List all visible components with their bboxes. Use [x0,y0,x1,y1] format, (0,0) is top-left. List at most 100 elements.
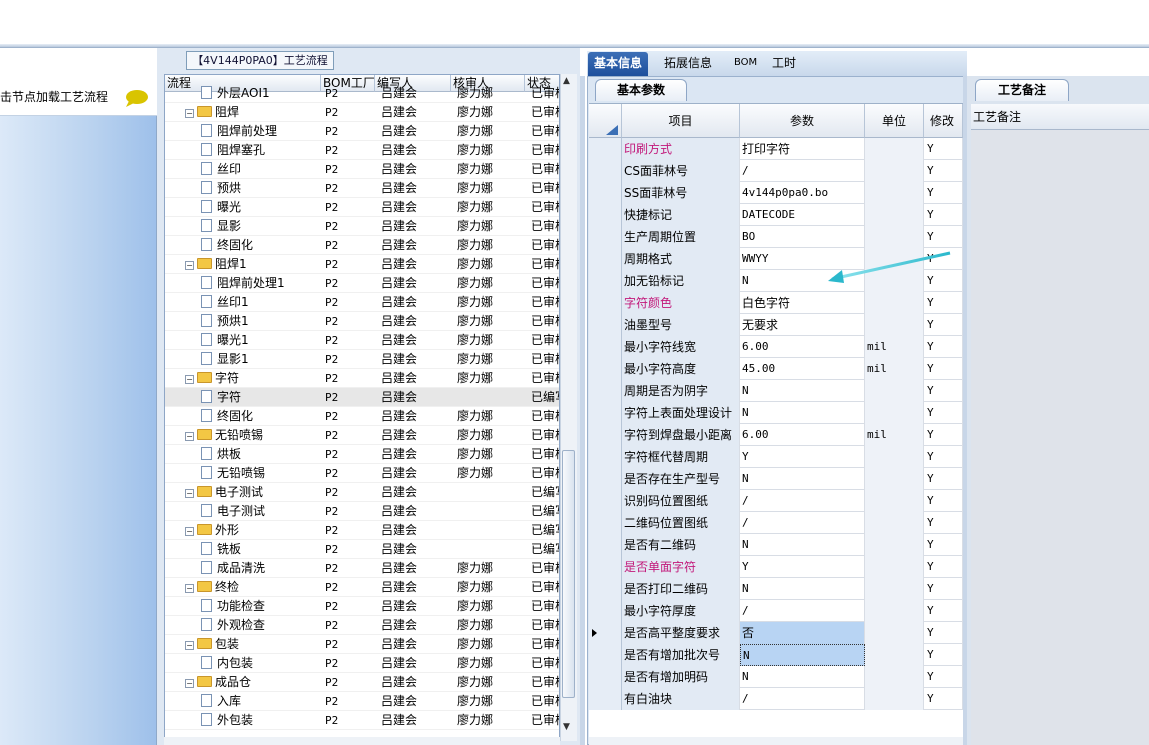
tree-node[interactable]: − 终检 [185,578,321,597]
row-selector[interactable] [589,358,622,380]
param-value-cell[interactable]: 6.00 [740,336,865,358]
param-row[interactable]: 是否有二维码 N Y [589,534,963,556]
param-row[interactable]: 是否打印二维码 N Y [589,578,963,600]
row-selector[interactable] [589,314,622,336]
tree-node[interactable]: 阻焊塞孔 [201,141,321,160]
row-selector[interactable] [589,380,622,402]
tree-node[interactable]: − 电子测试 [185,483,321,502]
param-value-cell[interactable]: / [740,688,865,710]
tree-node[interactable]: 丝印1 [201,293,321,312]
tree-node[interactable]: − 字符 [185,369,321,388]
tree-node[interactable]: 曝光1 [201,331,321,350]
tree-node[interactable]: 显影 [201,217,321,236]
param-row[interactable]: 字符颜色 白色字符 Y [589,292,963,314]
param-row[interactable]: 有白油块 / Y [589,688,963,710]
param-value-cell[interactable]: N [740,380,865,402]
param-row[interactable]: 印刷方式 打印字符 Y [589,138,963,160]
tree-row[interactable]: − 终检 P2 吕建会 廖力娜 已审核 [165,578,559,597]
column-header-item[interactable]: 项目 [622,104,740,138]
scroll-down-icon[interactable]: ▼ [563,722,570,732]
tree-row[interactable]: 成品清洗 P2 吕建会 廖力娜 已审核 [165,559,559,578]
param-row[interactable]: 最小字符高度 45.00 mil Y [589,358,963,380]
param-value-cell[interactable]: N [740,666,865,688]
params-horizontal-scrollbar[interactable] [589,737,963,745]
column-header-modify[interactable]: 修改 [924,104,963,138]
tree-scroll-thumb[interactable] [562,450,575,698]
tree-node[interactable]: 字符 [201,388,321,407]
tree-node[interactable]: − 阻焊 [185,103,321,122]
tree-row[interactable]: 内包装 P2 吕建会 廖力娜 已审核 [165,654,559,673]
row-selector[interactable] [589,248,622,270]
tree-node[interactable]: 显影1 [201,350,321,369]
param-row[interactable]: 是否有增加批次号 N Y [589,644,963,666]
tree-row[interactable]: 外观检查 P2 吕建会 廖力娜 已审核 [165,616,559,635]
tree-row[interactable]: − 字符 P2 吕建会 廖力娜 已审核 [165,369,559,388]
param-row[interactable]: 识别码位置图纸 / Y [589,490,963,512]
tree-node[interactable]: − 外形 [185,521,321,540]
row-selector[interactable] [589,226,622,248]
collapse-icon[interactable]: − [185,375,194,384]
param-value-cell[interactable]: 白色字符 [740,292,865,314]
tree-row[interactable]: − 外形 P2 吕建会 已编写 [165,521,559,540]
param-value-cell[interactable]: N [740,578,865,600]
tree-row[interactable]: − 电子测试 P2 吕建会 已编写 [165,483,559,502]
row-selector[interactable] [589,644,622,666]
tree-row[interactable]: − 阻焊1 P2 吕建会 廖力娜 已审核 [165,255,559,274]
param-value-cell[interactable]: Y [740,446,865,468]
row-selector[interactable] [589,446,622,468]
param-value-cell[interactable]: / [740,160,865,182]
collapse-icon[interactable]: − [185,261,194,270]
row-selector[interactable] [589,204,622,226]
tree-row[interactable]: 字符 P2 吕建会 已编写 [165,388,559,407]
row-selector[interactable] [589,534,622,556]
param-row[interactable]: 周期是否为阴字 N Y [589,380,963,402]
tree-node[interactable]: 成品清洗 [201,559,321,578]
tree-node[interactable]: − 包装 [185,635,321,654]
tree-row[interactable]: 阻焊塞孔 P2 吕建会 廖力娜 已审核 [165,141,559,160]
param-value-cell[interactable]: Y [740,556,865,578]
tree-node[interactable]: 丝印 [201,160,321,179]
tree-node[interactable]: 阻焊前处理1 [201,274,321,293]
row-selector[interactable] [589,160,622,182]
param-value-cell[interactable]: 否 [740,622,865,644]
param-row[interactable]: 是否有增加明码 N Y [589,666,963,688]
tree-node[interactable]: 预烘1 [201,312,321,331]
param-value-cell[interactable]: 45.00 [740,358,865,380]
param-value-cell[interactable]: 打印字符 [740,138,865,160]
tab-bom[interactable]: BOM [728,52,763,76]
tree-row[interactable]: 烘板 P2 吕建会 廖力娜 已审核 [165,445,559,464]
param-value-cell[interactable]: N [740,644,865,666]
tree-node[interactable]: 铣板 [201,540,321,559]
tree-node[interactable]: 功能检查 [201,597,321,616]
row-selector[interactable] [589,556,622,578]
tree-node[interactable]: 终固化 [201,236,321,255]
row-selector[interactable] [589,424,622,446]
tree-row[interactable]: − 阻焊 P2 吕建会 廖力娜 已审核 [165,103,559,122]
tree-node[interactable]: 预烘 [201,179,321,198]
column-header-unit[interactable]: 单位 [865,104,924,138]
tree-row[interactable]: 显影 P2 吕建会 廖力娜 已审核 [165,217,559,236]
tree-row[interactable]: 铣板 P2 吕建会 已编写 [165,540,559,559]
collapse-icon[interactable]: − [185,527,194,536]
param-value-cell[interactable]: 4v144p0pa0.bo [740,182,865,204]
tree-row[interactable]: − 成品仓 P2 吕建会 廖力娜 已审核 [165,673,559,692]
collapse-icon[interactable]: − [185,584,194,593]
param-row[interactable]: CS面菲林号 / Y [589,160,963,182]
param-row[interactable]: 油墨型号 无要求 Y [589,314,963,336]
tree-horizontal-scrollbar[interactable] [164,737,560,745]
tree-node[interactable]: 曝光 [201,198,321,217]
row-selector[interactable] [589,292,622,314]
tree-row[interactable]: 曝光1 P2 吕建会 廖力娜 已审核 [165,331,559,350]
param-value-cell[interactable]: / [740,600,865,622]
notes-body[interactable] [971,130,1149,745]
tree-row[interactable]: 外包装 P2 吕建会 廖力娜 已审核 [165,711,559,730]
row-selector[interactable] [589,688,622,710]
collapse-icon[interactable]: − [185,641,194,650]
tree-row[interactable]: 终固化 P2 吕建会 廖力娜 已审核 [165,236,559,255]
tree-row[interactable]: 显影1 P2 吕建会 廖力娜 已审核 [165,350,559,369]
tree-node[interactable]: 外包装 [201,711,321,730]
param-value-cell[interactable]: N [740,534,865,556]
row-selector[interactable] [589,468,622,490]
tree-row[interactable]: 入库 P2 吕建会 廖力娜 已审核 [165,692,559,711]
param-row[interactable]: 是否存在生产型号 N Y [589,468,963,490]
